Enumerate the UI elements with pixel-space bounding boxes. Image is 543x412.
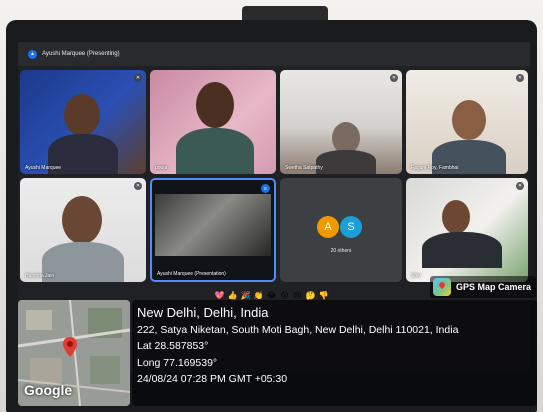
participant-tile[interactable]: ✕ Faguni Roy, Fambhai [406,70,528,174]
gps-app-name: GPS Map Camera [456,282,532,292]
gps-camera-badge: GPS Map Camera [430,276,536,298]
google-logo: Google [24,382,73,398]
participant-tile[interactable]: ✕ Harshita Jain [20,178,146,282]
participant-name: Swetha Satpathy [285,165,323,171]
presenting-banner: ▲ Ayushi Marquee (Presenting) [18,42,530,66]
participant-name: Ayushi Marquee (Presentation) [157,271,226,277]
participant-name: pooja [155,165,168,171]
participant-video [64,94,100,136]
participant-name: Harshita Jain [25,273,55,279]
speaking-indicator-icon: ≡ [261,184,270,193]
participant-name: Shiv [411,273,421,279]
location-title: New Delhi, Delhi, India [137,305,269,320]
participant-video [452,100,486,140]
presenting-label: Ayushi Marquee (Presenting) [42,51,120,57]
participant-video [422,232,502,268]
mic-off-icon: ✕ [516,182,524,190]
participant-name: Ayushi Marquee [25,165,62,171]
participant-video [316,150,376,174]
avatar: A [317,216,339,238]
others-tile[interactable]: A S 20 others [280,178,402,282]
participant-video [442,200,470,234]
participant-video [42,242,124,282]
participant-video [62,196,102,244]
gps-map-camera-icon [433,278,451,296]
location-overlay: New Delhi, Delhi, India 222, Satya Niket… [132,300,537,406]
latitude-text: Lat 28.587853° [137,340,209,353]
participant-tile[interactable]: ✕ Ayushi Marquee [20,70,146,174]
participant-video [176,128,254,174]
location-pin-icon [63,337,77,357]
presentation-video [155,194,271,256]
others-count: 20 others [330,248,352,254]
participant-tile[interactable]: pooja [150,70,276,174]
mic-off-icon: ✕ [516,74,524,82]
participant-video [196,82,234,128]
timestamp-text: 24/08/24 07:28 PM GMT +05:30 [137,372,288,385]
longitude-text: Long 77.169539° [137,356,218,369]
participant-grid: ✕ Ayushi Marquee pooja ✕ Swetha Satpathy [18,70,530,286]
participant-name: Faguni Roy, Fambhai [411,165,459,171]
presenting-icon: ▲ [28,49,37,59]
participant-tile[interactable]: ✕ Shiv [406,178,528,282]
map-thumbnail: Google [18,300,130,406]
address-text: 222, Satya Niketan, South Moti Bagh, New… [137,324,459,337]
mic-off-icon: ✕ [134,182,142,190]
participant-tile[interactable]: ✕ Swetha Satpathy [280,70,402,174]
mic-off-icon: ✕ [134,74,142,82]
avatar: S [340,216,362,238]
photo-frame: ▲ Ayushi Marquee (Presenting) ✕ Ayushi M… [0,0,543,412]
mic-off-icon: ✕ [390,74,398,82]
participant-tile-active[interactable]: ≡ Ayushi Marquee (Presentation) [150,178,276,282]
